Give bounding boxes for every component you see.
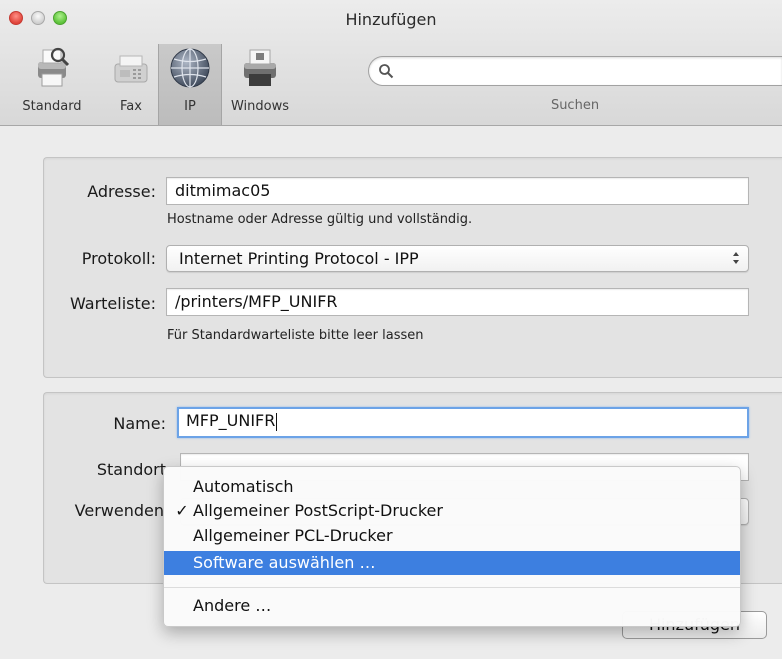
toolbar-label-windows: Windows <box>230 99 290 114</box>
queue-field[interactable]: /printers/MFP_UNIFR <box>166 288 749 316</box>
menu-item-label: Software auswählen … <box>193 553 376 572</box>
toolbar-fax[interactable]: Fax <box>104 46 158 118</box>
text-caret <box>276 412 278 431</box>
title-toolbar: Hinzufügen Standard Fax IP Windows Suche… <box>0 0 782 126</box>
protocol-label: Protokoll: <box>81 249 156 268</box>
printer-magnifier-icon <box>38 47 70 87</box>
toolbar-label-ip: IP <box>184 99 196 114</box>
name-label: Name: <box>113 414 166 433</box>
menu-item-postscript[interactable]: ✓ Allgemeiner PostScript-Drucker <box>164 499 740 523</box>
fax-icon <box>114 55 148 83</box>
protocol-popup[interactable]: Internet Printing Protocol - IPP <box>166 245 749 272</box>
menu-item-label: Automatisch <box>193 477 294 496</box>
name-field[interactable]: MFP_UNIFR <box>177 407 749 438</box>
menu-item-pcl[interactable]: Allgemeiner PCL-Drucker <box>164 524 740 548</box>
queue-label: Warteliste: <box>69 294 156 313</box>
window-title: Hinzufügen <box>345 10 437 29</box>
menu-item-label: Andere … <box>193 596 272 615</box>
name-value: MFP_UNIFR <box>186 411 276 430</box>
menu-item-automatic[interactable]: Automatisch <box>164 475 740 499</box>
search-icon <box>379 64 394 79</box>
windows-printer-icon <box>244 49 276 86</box>
address-hint: Hostname oder Adresse gültig und vollstä… <box>167 212 473 227</box>
menu-separator <box>164 587 740 588</box>
menu-item-label: Allgemeiner PCL-Drucker <box>193 526 393 545</box>
protocol-value: Internet Printing Protocol - IPP <box>179 249 419 268</box>
toolbar-standard[interactable]: Standard <box>0 46 104 118</box>
search-label: Suchen <box>550 98 600 113</box>
toolbar-label-fax: Fax <box>120 99 142 114</box>
location-label: Standort <box>96 460 166 479</box>
globe-icon <box>170 48 210 88</box>
driver-dropdown-menu: Automatisch ✓ Allgemeiner PostScript-Dru… <box>163 466 741 627</box>
toolbar-windows[interactable]: Windows <box>220 46 300 118</box>
checkmark-icon: ✓ <box>175 501 189 520</box>
toolbar-label-standard: Standard <box>22 99 82 114</box>
menu-item-label: Allgemeiner PostScript-Drucker <box>193 501 443 520</box>
menu-item-select-software[interactable]: Software auswählen … <box>164 551 740 575</box>
updown-arrows-icon <box>733 252 739 264</box>
use-label: Verwenden <box>74 501 164 520</box>
address-field[interactable]: ditmimac05 <box>166 177 749 205</box>
search-field[interactable] <box>368 56 782 86</box>
toolbar-ip[interactable]: IP <box>158 44 222 125</box>
queue-hint: Für Standardwarteliste bitte leer lassen <box>167 328 424 343</box>
address-label: Adresse: <box>87 182 156 201</box>
menu-item-other[interactable]: Andere … <box>164 594 740 618</box>
